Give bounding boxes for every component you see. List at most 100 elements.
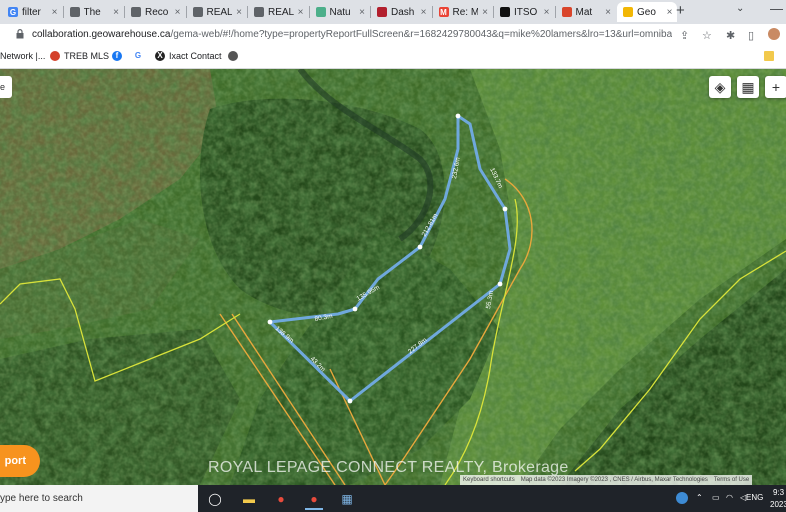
tab-10[interactable]: Mat ×: [556, 2, 616, 22]
side-panel-toggle[interactable]: e: [0, 76, 12, 98]
close-tab-icon[interactable]: ×: [298, 7, 304, 18]
battery-icon[interactable]: ▭: [712, 493, 720, 502]
tab-label: filter: [22, 6, 41, 18]
close-tab-icon[interactable]: ×: [236, 7, 242, 18]
ixact-icon: X: [155, 51, 165, 61]
map-canvas: 138.9m 80.3m 135.95m 212.81m 232.6m 227.…: [0, 69, 786, 485]
tab-separator: [308, 6, 310, 18]
tab-5[interactable]: REAL ×: [248, 2, 308, 22]
close-tab-icon[interactable]: ×: [421, 7, 427, 18]
globe-icon: [192, 7, 203, 17]
chrome-icon[interactable]: ●: [272, 490, 290, 508]
tab-11[interactable]: Geo ×: [617, 2, 677, 22]
google-icon: G: [133, 51, 143, 61]
clock-time[interactable]: 9:3: [773, 488, 784, 497]
close-tab-icon[interactable]: ×: [482, 7, 488, 18]
lock-icon: [16, 29, 24, 39]
side-panel-icon[interactable]: ▯: [748, 29, 754, 42]
globe-icon: [228, 51, 238, 61]
bookmarks-bar: Network |... TREB MLS f G X Ixact Contact: [0, 46, 786, 69]
help-icon[interactable]: [676, 492, 688, 504]
layers-icon[interactable]: ◈: [709, 76, 731, 98]
task-view-icon[interactable]: ◯: [206, 490, 224, 508]
mat-icon: [561, 7, 572, 17]
bookmark-label: Network |...: [0, 51, 46, 61]
tab-label: Reco: [145, 6, 169, 18]
new-tab-button[interactable]: +: [676, 2, 685, 19]
tab-8[interactable]: M Re: M ×: [433, 2, 493, 22]
close-tab-icon[interactable]: ×: [52, 7, 58, 18]
bookmark-label: TREB MLS: [64, 51, 110, 61]
google-icon: G: [8, 7, 18, 17]
tab-label: The: [83, 6, 101, 18]
close-tab-icon[interactable]: ×: [544, 7, 550, 18]
bookmark-star-icon[interactable]: ☆: [702, 29, 712, 42]
tab-4[interactable]: REAL ×: [187, 2, 247, 22]
map-icon[interactable]: ▦: [737, 76, 759, 98]
tab-separator: [370, 6, 371, 18]
url-path: /gema-web/#!/home?type=propertyReportFul…: [170, 29, 672, 40]
tab-1[interactable]: Gfilter ×: [2, 2, 62, 22]
tab-label: Re: M: [452, 6, 479, 18]
tab-label: Mat: [575, 6, 593, 18]
bookmark-3[interactable]: f: [112, 51, 126, 61]
url-field[interactable]: collaboration.geowarehouse.ca/gema-web/#…: [32, 29, 672, 40]
chrome-icon-2[interactable]: ●: [305, 490, 323, 510]
report-button[interactable]: port: [0, 445, 40, 477]
minimize-button[interactable]: —: [770, 1, 783, 16]
chevron-up-icon[interactable]: ⌃: [696, 493, 703, 502]
language-indicator[interactable]: ENG: [746, 493, 763, 502]
dash-icon: [377, 7, 387, 17]
close-tab-icon[interactable]: ×: [359, 7, 365, 18]
bookmark-1[interactable]: Network |...: [0, 51, 45, 61]
tab-separator: [247, 6, 248, 18]
taskbar-search[interactable]: ype here to search: [0, 485, 198, 512]
close-tab-icon[interactable]: ×: [113, 7, 119, 18]
gmail-icon: M: [438, 7, 449, 17]
close-tab-icon[interactable]: ×: [667, 7, 673, 18]
tab-separator: [493, 6, 494, 18]
search-placeholder: ype here to search: [0, 493, 83, 504]
keyboard-shortcuts-link[interactable]: Keyboard shortcuts: [460, 477, 518, 483]
network-icon[interactable]: ◠: [726, 493, 733, 502]
tab-label: Natu: [329, 6, 351, 18]
treb-icon: [50, 51, 60, 61]
nature-icon: [315, 7, 326, 17]
zoom-in-icon[interactable]: +: [765, 76, 786, 98]
tab-separator: [124, 6, 125, 18]
satellite-map[interactable]: 138.9m 80.3m 135.95m 212.81m 232.6m 227.…: [0, 69, 786, 485]
bookmark-5[interactable]: X Ixact Contact: [155, 51, 222, 61]
clock-date[interactable]: 2023: [770, 500, 786, 509]
map-data-credit: Map data ©2023 Imagery ©2023 , CNES / Ai…: [520, 477, 708, 483]
extensions-icon[interactable]: ✱: [726, 29, 735, 42]
tab-9[interactable]: ITSO ×: [494, 2, 554, 22]
profile-avatar[interactable]: [768, 28, 780, 40]
tab-7[interactable]: Dash ×: [371, 2, 431, 22]
close-tab-icon[interactable]: ×: [605, 7, 611, 18]
terms-link[interactable]: Terms of Use: [711, 477, 752, 483]
tab-label: Dash: [391, 6, 415, 18]
tab-label: REAL: [268, 6, 294, 18]
bookmark-label: Ixact Contact: [169, 51, 222, 61]
tab-separator: [185, 6, 187, 18]
itso-icon: [500, 7, 510, 17]
tab-6[interactable]: Natu ×: [310, 2, 370, 22]
bookmark-6[interactable]: [228, 51, 242, 61]
tab-3[interactable]: Reco ×: [125, 2, 185, 22]
address-bar: collaboration.geowarehouse.ca/gema-web/#…: [0, 24, 786, 46]
geo-icon: [623, 7, 633, 17]
tab-2[interactable]: The ×: [64, 2, 124, 22]
calculator-icon[interactable]: ▦: [338, 490, 356, 508]
folder-icon[interactable]: [764, 51, 774, 61]
bookmark-4[interactable]: G: [133, 51, 147, 61]
close-tab-icon[interactable]: ×: [175, 7, 181, 18]
tab-label: Geo: [637, 6, 656, 18]
url-domain: collaboration.geowarehouse.ca: [32, 29, 171, 40]
tab-search-icon[interactable]: ⌄: [736, 3, 744, 14]
tab-label: REAL: [206, 6, 233, 18]
tab-separator: [62, 6, 64, 18]
bookmark-2[interactable]: TREB MLS: [50, 51, 109, 61]
tab-separator: [554, 6, 556, 18]
share-icon[interactable]: ⇪: [680, 29, 689, 42]
file-explorer-icon[interactable]: ▬: [240, 490, 258, 508]
